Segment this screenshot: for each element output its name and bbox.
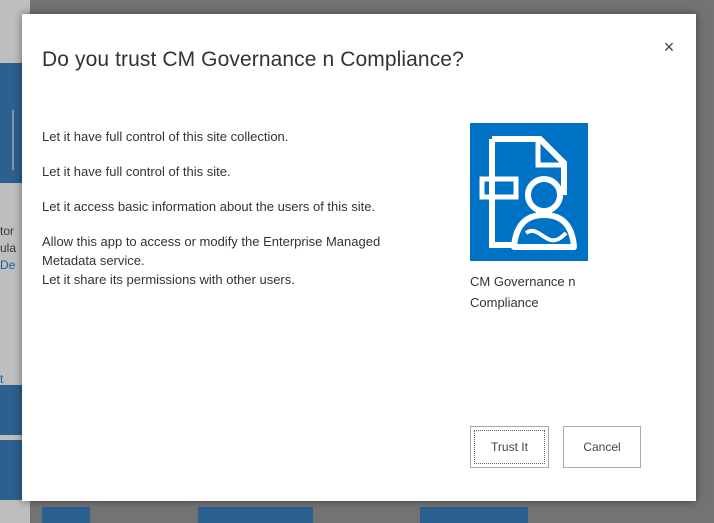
permission-list: Let it have full control of this site co… [42,127,422,289]
dialog-title: Do you trust CM Governance n Compliance? [42,48,464,71]
app-icon-tile [470,123,588,261]
app-name: CM Governance n Compliance [470,274,576,310]
permission-item: Let it share its permissions with other … [42,272,295,287]
close-icon: × [663,37,675,57]
document-user-icon [479,136,577,250]
permission-item: Allow this app to access or modify the E… [42,234,381,268]
permission-group: Allow this app to access or modify the E… [42,232,422,289]
permission-item: Let it have full control of this site co… [42,129,289,144]
trust-it-button[interactable]: Trust It [470,426,549,468]
trust-app-dialog: Do you trust CM Governance n Compliance?… [22,14,696,501]
permission-item: Let it have full control of this site. [42,164,231,179]
cancel-button[interactable]: Cancel [563,426,641,468]
close-button[interactable]: × [658,36,680,58]
permission-item: Let it access basic information about th… [42,199,376,214]
